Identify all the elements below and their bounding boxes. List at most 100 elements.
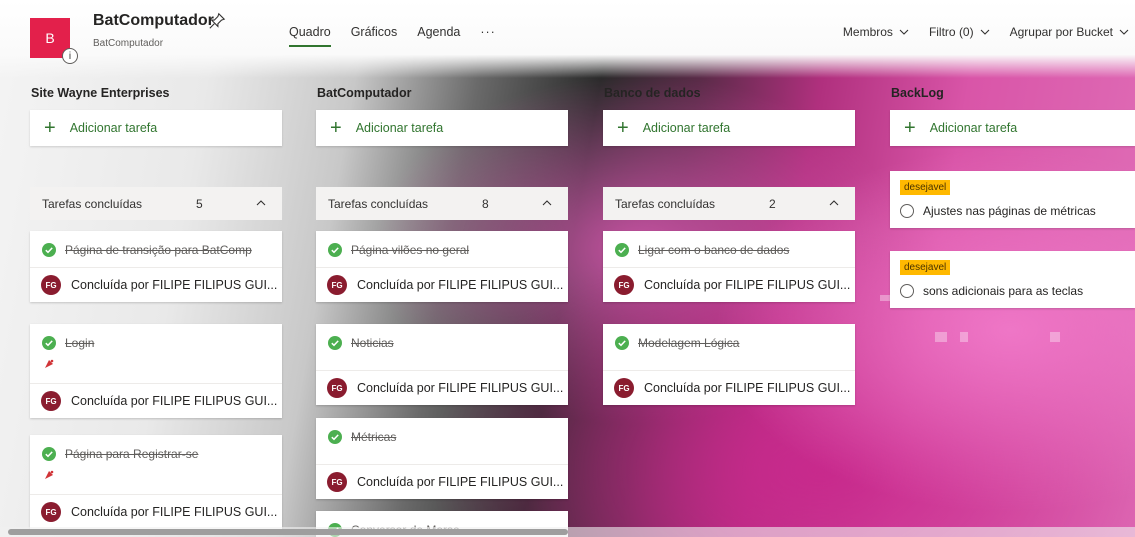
background-shard	[1050, 332, 1060, 342]
complete-task-radio[interactable]	[900, 204, 914, 218]
avatar: FG	[327, 472, 347, 492]
completed-label: Tarefas concluídas	[615, 196, 716, 211]
attachment-icon	[45, 470, 54, 479]
plus-icon: +	[904, 117, 916, 139]
filter-dropdown[interactable]: Filtro (0)	[929, 25, 990, 39]
check-circle-icon[interactable]	[42, 243, 56, 257]
horizontal-scrollbar[interactable]	[0, 527, 1135, 537]
bucket-column: BatComputador + Adicionar tarefa Tarefas…	[316, 86, 570, 537]
group-by-label: Agrupar por Bucket	[1009, 25, 1113, 39]
task-title: Página de transição para BatComp	[65, 243, 252, 257]
scrollbar-thumb[interactable]	[8, 529, 568, 535]
completed-tasks-toggle[interactable]: Tarefas concluídas 5	[30, 187, 282, 220]
add-task-button[interactable]: + Adicionar tarefa	[316, 110, 568, 146]
task-title: Noticias	[351, 336, 394, 350]
task-card[interactable]: Métricas FG Concluída por FILIPE FILIPUS…	[316, 418, 568, 499]
add-task-button[interactable]: + Adicionar tarefa	[603, 110, 855, 146]
filter-bar: Membros Filtro (0) Agrupar por Bucket	[843, 25, 1129, 39]
chevron-up-icon	[829, 200, 839, 206]
bucket-title[interactable]: BackLog	[891, 86, 1135, 106]
task-card[interactable]: Página para Registrar-se FG Concluída po…	[30, 435, 282, 529]
avatar: FG	[614, 378, 634, 398]
avatar: FG	[327, 275, 347, 295]
bucket-title[interactable]: Site Wayne Enterprises	[31, 86, 284, 106]
add-task-button[interactable]: + Adicionar tarefa	[30, 110, 282, 146]
chevron-down-icon	[1119, 29, 1129, 35]
bucket-title[interactable]: Banco de dados	[604, 86, 857, 106]
avatar: FG	[327, 378, 347, 398]
completed-tasks-toggle[interactable]: Tarefas concluídas 8	[316, 187, 568, 220]
tab-quadro[interactable]: Quadro	[289, 25, 331, 47]
plan-subtitle: BatComputador	[93, 38, 164, 49]
task-card[interactable]: desejavel sons adicionais para as teclas	[890, 251, 1135, 308]
completed-by-text: Concluída por FILIPE FILIPUS GUI...	[644, 278, 851, 292]
plus-icon: +	[330, 117, 342, 139]
members-label: Membros	[842, 25, 893, 39]
plan-info-icon[interactable]: i	[62, 48, 78, 64]
header-bar: B i BatComputador BatComputador Quadro G…	[0, 0, 1135, 78]
tab-graficos[interactable]: Gráficos	[351, 25, 398, 47]
avatar: FG	[41, 275, 61, 295]
add-task-label: Adicionar tarefa	[355, 121, 444, 135]
chevron-down-icon	[899, 29, 909, 35]
check-circle-icon[interactable]	[615, 243, 629, 257]
complete-task-radio[interactable]	[900, 284, 914, 298]
check-circle-icon[interactable]	[42, 447, 56, 461]
task-title: Ajustes nas páginas de métricas	[923, 204, 1096, 218]
bucket-column: Site Wayne Enterprises + Adicionar taref…	[30, 86, 284, 529]
add-task-button[interactable]: + Adicionar tarefa	[890, 110, 1135, 146]
completed-by-text: Concluída por FILIPE FILIPUS GUI...	[71, 278, 278, 292]
completed-by-text: Concluída por FILIPE FILIPUS GUI...	[644, 381, 851, 395]
chevron-down-icon	[980, 29, 989, 35]
completed-by-text: Concluída por FILIPE FILIPUS GUI...	[71, 505, 278, 519]
group-by-dropdown[interactable]: Agrupar por Bucket	[1010, 25, 1129, 39]
check-circle-icon[interactable]	[42, 336, 56, 350]
avatar: FG	[41, 391, 61, 411]
plus-icon: +	[617, 117, 629, 139]
bucket-title[interactable]: BatComputador	[317, 86, 570, 106]
completed-count: 8	[482, 196, 489, 211]
label-badge: desejavel	[900, 260, 951, 275]
completed-by-text: Concluída por FILIPE FILIPUS GUI...	[357, 475, 564, 489]
chevron-up-icon	[542, 200, 552, 206]
task-card[interactable]: Login FG Concluída por FILIPE FILIPUS GU…	[30, 324, 282, 418]
check-circle-icon[interactable]	[615, 336, 629, 350]
avatar: FG	[41, 502, 61, 522]
attachment-icon	[45, 359, 54, 368]
bucket-column: Banco de dados + Adicionar tarefa Tarefa…	[603, 86, 857, 405]
task-title: Página para Registrar-se	[65, 447, 199, 461]
avatar: FG	[614, 275, 634, 295]
completed-by-text: Concluída por FILIPE FILIPUS GUI...	[71, 394, 278, 408]
plus-icon: +	[44, 117, 56, 139]
tab-agenda[interactable]: Agenda	[417, 25, 460, 47]
task-card[interactable]: Noticias FG Concluída por FILIPE FILIPUS…	[316, 324, 568, 405]
pin-icon[interactable]	[208, 12, 226, 30]
check-circle-icon[interactable]	[328, 336, 342, 350]
add-task-label: Adicionar tarefa	[642, 121, 731, 135]
task-title: Modelagem Lógica	[638, 336, 740, 350]
plan-title: BatComputador	[93, 12, 214, 29]
completed-tasks-toggle[interactable]: Tarefas concluídas 2	[603, 187, 855, 220]
completed-count: 2	[769, 196, 776, 211]
check-circle-icon[interactable]	[328, 430, 342, 444]
task-title: Login	[65, 336, 95, 350]
task-title: Ligar com o banco de dados	[638, 243, 790, 257]
add-task-label: Adicionar tarefa	[69, 121, 158, 135]
label-badge: desejavel	[900, 180, 951, 195]
task-title: sons adicionais para as teclas	[923, 284, 1084, 298]
task-card[interactable]: desejavel Ajustes nas páginas de métrica…	[890, 171, 1135, 228]
members-dropdown[interactable]: Membros	[843, 25, 909, 39]
task-card[interactable]: Página de transição para BatComp FG Conc…	[30, 231, 282, 302]
check-circle-icon[interactable]	[328, 243, 342, 257]
filter-label: Filtro (0)	[928, 25, 974, 39]
completed-count: 5	[196, 196, 203, 211]
bucket-column: BackLog + Adicionar tarefa desejavel Aju…	[890, 86, 1135, 308]
completed-label: Tarefas concluídas	[328, 196, 429, 211]
background-shard	[960, 332, 968, 342]
more-tabs-button[interactable]: ···	[480, 25, 496, 47]
task-card[interactable]: Página vilões no geral FG Concluída por …	[316, 231, 568, 302]
background-shard	[935, 332, 947, 342]
task-card[interactable]: Ligar com o banco de dados FG Concluída …	[603, 231, 855, 302]
chevron-up-icon	[256, 200, 266, 206]
task-card[interactable]: Modelagem Lógica FG Concluída por FILIPE…	[603, 324, 855, 405]
